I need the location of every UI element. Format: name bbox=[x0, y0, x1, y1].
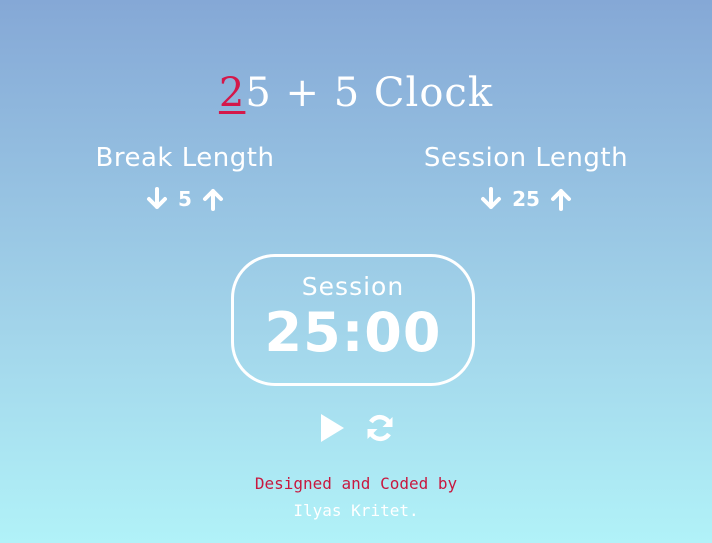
footer-author-link[interactable]: Ilyas Kritet. bbox=[0, 497, 712, 524]
break-increment-button[interactable] bbox=[200, 186, 226, 212]
playback-controls bbox=[0, 410, 712, 446]
play-icon bbox=[321, 414, 344, 442]
break-controls: 5 bbox=[55, 186, 315, 212]
time-left: 25:00 bbox=[264, 301, 442, 364]
session-length-value: 25 bbox=[512, 187, 540, 211]
break-label: Break Length bbox=[95, 143, 275, 173]
break-length-panel: Break Length 5 bbox=[55, 140, 315, 212]
reset-button[interactable] bbox=[362, 410, 398, 446]
timer-label: Session bbox=[301, 272, 405, 301]
break-length-value: 5 bbox=[178, 187, 192, 211]
start-stop-button[interactable] bbox=[314, 410, 350, 446]
app-title: 25 + 5 Clock bbox=[0, 68, 712, 118]
session-decrement-button[interactable] bbox=[478, 186, 504, 212]
break-decrement-button[interactable] bbox=[144, 186, 170, 212]
session-controls: 25 bbox=[396, 186, 656, 212]
session-length-panel: Session Length 25 bbox=[396, 140, 656, 212]
session-label: Session Length bbox=[423, 143, 629, 173]
refresh-icon bbox=[367, 414, 393, 442]
arrow-up-icon bbox=[550, 189, 571, 211]
arrow-up-icon bbox=[203, 189, 223, 211]
arrow-down-icon bbox=[481, 187, 502, 209]
footer: Designed and Coded by Ilyas Kritet. bbox=[0, 470, 712, 524]
timer-display: Session 25:00 bbox=[231, 254, 475, 386]
session-increment-button[interactable] bbox=[548, 186, 574, 212]
title-text: 5 + 5 Clock bbox=[245, 70, 494, 116]
arrow-down-icon bbox=[147, 187, 167, 209]
footer-credit: Designed and Coded by bbox=[254, 474, 458, 493]
title-accent: 2 bbox=[218, 70, 246, 116]
